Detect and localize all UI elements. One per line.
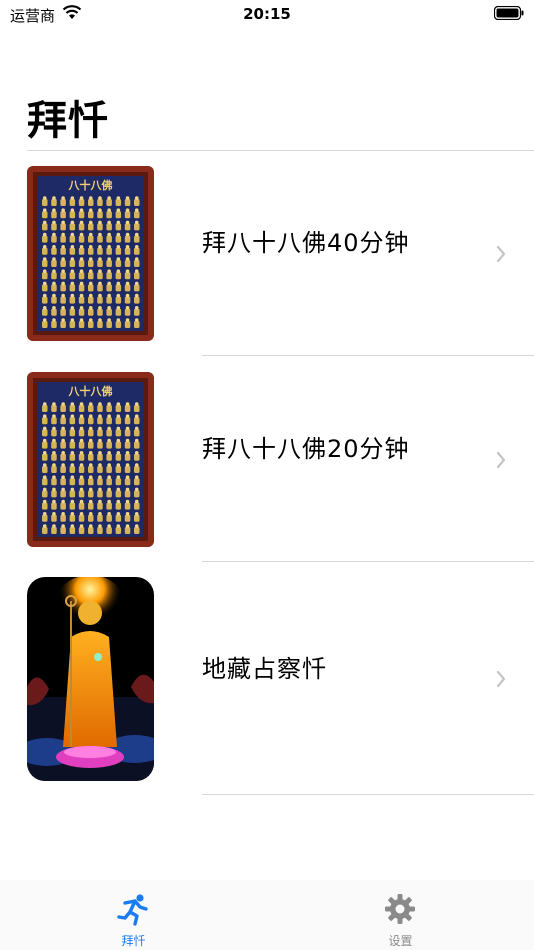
eighty-eight-buddhas-image: 八十八佛 xyxy=(27,372,154,547)
chevron-right-icon xyxy=(496,670,506,688)
item-label: 拜八十八佛20分钟 xyxy=(202,435,410,463)
item-label: 拜八十八佛40分钟 xyxy=(202,229,410,257)
tab-settings[interactable]: 设置 xyxy=(267,880,534,950)
eighty-eight-buddhas-thumbnail: 八十八佛 xyxy=(27,166,154,341)
list-item-88-buddhas-40min[interactable]: 八十八佛 拜八十八佛40分钟 xyxy=(0,151,534,356)
row-divider xyxy=(202,561,534,562)
eighty-eight-buddhas-image: 八十八佛 xyxy=(27,166,154,341)
eighty-eight-buddhas-thumbnail: 八十八佛 xyxy=(27,372,154,547)
ksitigarbha-image xyxy=(27,577,154,781)
page-title: 拜忏 xyxy=(27,98,109,144)
tab-bar: 拜忏 设置 xyxy=(0,880,534,950)
chevron-right-icon xyxy=(496,245,506,263)
list-item-ksitigarbha-repentance[interactable]: 地藏占察忏 xyxy=(0,563,534,795)
row-divider xyxy=(202,355,534,356)
chevron-right-icon xyxy=(496,451,506,469)
clock: 20:15 xyxy=(243,5,291,23)
tab-label: 设置 xyxy=(388,934,413,948)
battery-icon xyxy=(494,6,524,20)
gear-icon xyxy=(385,894,415,924)
row-divider xyxy=(202,794,534,795)
tab-label: 拜忏 xyxy=(121,934,146,948)
list-item-88-buddhas-20min[interactable]: 八十八佛 拜八十八佛20分钟 xyxy=(0,357,534,562)
ksitigarbha-thumbnail xyxy=(27,577,154,781)
item-label: 地藏占察忏 xyxy=(202,655,327,683)
status-bar: 运营商 20:15 xyxy=(0,0,534,30)
runner-icon xyxy=(117,894,148,926)
tab-bai-chan[interactable]: 拜忏 xyxy=(0,880,267,950)
thumb-caption: 八十八佛 xyxy=(68,384,113,398)
thumb-caption: 八十八佛 xyxy=(68,178,113,192)
